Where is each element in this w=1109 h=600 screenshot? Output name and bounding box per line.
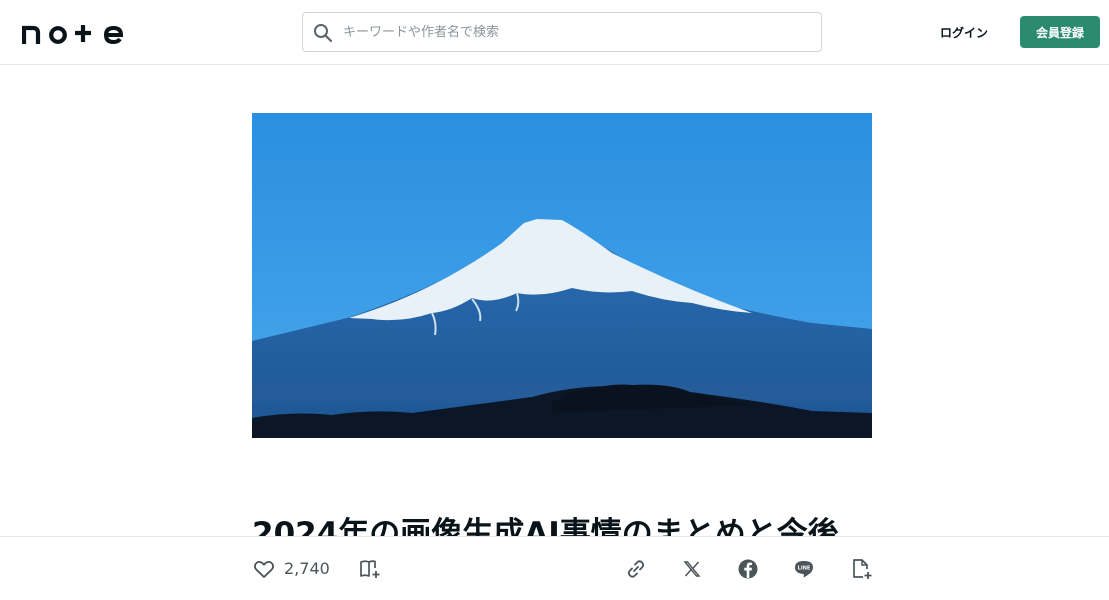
facebook-icon[interactable]	[736, 557, 760, 581]
login-button[interactable]: ログイン	[928, 16, 1000, 48]
add-to-magazine-icon[interactable]	[358, 557, 382, 581]
line-icon[interactable]: LINE	[792, 557, 816, 581]
save-note-icon[interactable]	[849, 557, 873, 581]
note-logo[interactable]	[22, 20, 126, 44]
article-hero-image	[252, 113, 872, 438]
svg-text:LINE: LINE	[798, 566, 811, 572]
heart-icon[interactable]	[252, 557, 276, 581]
site-header: ログイン 会員登録	[0, 0, 1109, 65]
article-action-bar: 2,740 LINE	[0, 536, 1109, 600]
search-icon[interactable]	[312, 22, 334, 44]
search-input[interactable]	[343, 14, 813, 50]
x-icon[interactable]	[680, 557, 704, 581]
note-logo-mark	[22, 25, 124, 44]
like-count: 2,740	[284, 559, 330, 578]
signup-button[interactable]: 会員登録	[1020, 16, 1100, 48]
link-icon[interactable]	[624, 557, 648, 581]
mount-fuji-image	[252, 113, 872, 438]
search-box[interactable]	[302, 12, 822, 52]
